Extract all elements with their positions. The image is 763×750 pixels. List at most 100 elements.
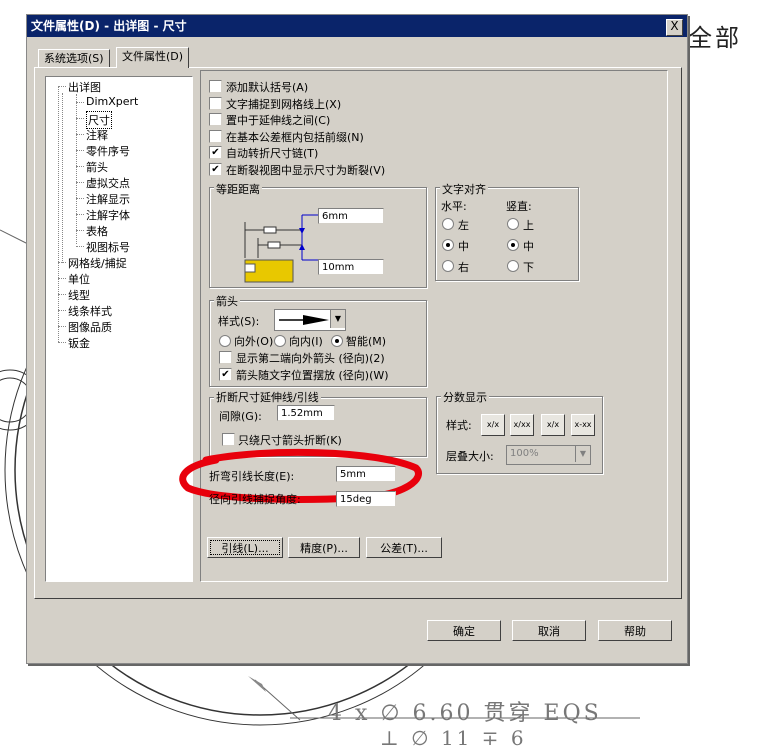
tree-item[interactable]: 网格线/捕捉	[68, 255, 127, 271]
arrow-style-dropdown[interactable]: ▼	[274, 309, 346, 331]
second-outward-arrow-label: 显示第二端向外箭头 (径向)(2)	[236, 352, 385, 365]
bg-hole-callout-2: ⊥ ∅ 11 ∓ 6	[380, 726, 527, 750]
text-align-horizontal-label: 右	[458, 261, 469, 274]
arrow-direction-radio[interactable]	[219, 335, 231, 347]
fraction-style-dash-button[interactable]: x-xx	[571, 414, 595, 436]
tree-item[interactable]: 钣金	[68, 335, 90, 351]
arrow-follow-text-checkbox[interactable]: ✔	[219, 368, 232, 381]
tree-item[interactable]: 表格	[86, 223, 108, 239]
tree-item[interactable]: 注解字体	[86, 207, 130, 223]
tree-connector	[58, 86, 66, 87]
tree-connector	[76, 198, 84, 199]
break-arrow-only-label: 只绕尺寸箭头折断(K)	[238, 434, 342, 447]
arrows-title: 箭头	[214, 293, 240, 309]
tree-connector	[76, 230, 84, 231]
tree-connector	[76, 94, 77, 244]
second-outward-arrow-checkbox[interactable]	[219, 351, 232, 364]
break-arrow-only-checkbox[interactable]	[222, 433, 235, 446]
fraction-style-diagonal-button[interactable]: x/x	[481, 414, 505, 436]
arrow-direction-radio[interactable]	[331, 335, 343, 347]
fraction-style-stacked-button[interactable]: x/xx	[510, 414, 534, 436]
stack-size-label: 层叠大小:	[446, 450, 494, 463]
horizontal-label: 水平:	[441, 200, 467, 213]
option-checkbox[interactable]	[209, 96, 222, 110]
option-checkbox[interactable]: ✔	[209, 146, 222, 159]
tree-item[interactable]: 视图标号	[86, 239, 130, 255]
text-align-horizontal-radio[interactable]	[442, 260, 454, 272]
option-checkbox-label: 在基本公差框内包括前缀(N)	[226, 130, 364, 144]
text-align-title: 文字对齐	[440, 181, 488, 197]
text-align-vertical-radio[interactable]	[507, 239, 519, 251]
option-checkbox-label: 添加默认括号(A)	[226, 81, 309, 94]
arrow-style-preview-icon	[279, 315, 329, 325]
offset-distance-title: 等距距离	[214, 181, 262, 197]
gap-label: 间隙(G):	[219, 410, 262, 423]
tree-item[interactable]: 箭头	[86, 159, 108, 175]
arrow-style-label: 样式(S):	[218, 315, 260, 328]
help-button[interactable]: 帮助	[598, 620, 672, 641]
option-checkbox-label: 自动转折尺寸链(T)	[226, 147, 319, 160]
offset-distance-2-input[interactable]: 10mm	[318, 259, 384, 275]
text-align-vertical-label: 下	[523, 261, 534, 274]
tab-system-options[interactable]: 系统选项(S)	[38, 49, 110, 68]
stack-size-value: 100%	[510, 448, 539, 459]
text-align-vertical-label: 上	[523, 219, 534, 232]
tree-item[interactable]: 线条样式	[68, 303, 112, 319]
dialog-title: 文件属性(D) - 出详图 - 尺寸	[27, 15, 687, 37]
break-lines-title: 折断尺寸延伸线/引线	[214, 389, 321, 405]
tree-item[interactable]: 图像品质	[68, 319, 112, 335]
radial-snap-angle-input[interactable]: 15deg	[336, 491, 396, 507]
tree-connector	[76, 150, 84, 151]
tree-item[interactable]: 注解显示	[86, 191, 130, 207]
option-checkbox[interactable]	[209, 80, 222, 93]
tree-item[interactable]: 线型	[68, 287, 90, 303]
tree-item[interactable]: 注释	[86, 127, 108, 143]
text-align-vertical-radio[interactable]	[507, 260, 519, 272]
option-checkbox[interactable]	[209, 113, 222, 126]
tab-document-properties[interactable]: 文件属性(D)	[116, 47, 190, 68]
tree-connector	[76, 102, 84, 103]
text-align-horizontal-radio[interactable]	[442, 218, 454, 230]
tree-connector	[76, 134, 84, 135]
leader-button[interactable]: 引线(L)...	[207, 537, 283, 558]
tree-connector	[58, 342, 66, 343]
fraction-style-slash-button[interactable]: x/x	[541, 414, 565, 436]
chevron-down-icon[interactable]: ▼	[330, 310, 345, 328]
tree-connector	[76, 214, 84, 215]
arrow-direction-label: 智能(M)	[346, 335, 387, 348]
cancel-button[interactable]: 取消	[512, 620, 586, 641]
option-checkbox[interactable]	[209, 129, 222, 143]
fraction-style-label: 样式:	[446, 419, 472, 432]
text-align-vertical-label: 中	[523, 240, 534, 253]
arrow-direction-radio[interactable]	[274, 335, 286, 347]
tree-connector	[76, 246, 84, 247]
ok-button[interactable]: 确定	[427, 620, 501, 641]
chevron-down-icon[interactable]: ▼	[575, 446, 590, 462]
tree-item[interactable]: 虚拟交点	[86, 175, 130, 191]
gap-input[interactable]: 1.52mm	[277, 405, 335, 421]
offset-distance-1-input[interactable]: 6mm	[318, 208, 384, 224]
tree-connector	[58, 294, 66, 295]
arrow-follow-text-label: 箭头随文字位置摆放 (径向)(W)	[236, 369, 389, 382]
option-checkbox-label: 文字捕捉到网格线上(X)	[226, 97, 342, 111]
tree-item[interactable]: 零件序号	[86, 143, 130, 159]
precision-button[interactable]: 精度(P)...	[288, 537, 360, 558]
bg-hole-callout: 4 x ∅ 6.60 贯穿 EQS	[328, 701, 602, 726]
text-align-horizontal-label: 左	[458, 219, 469, 232]
tree-connector	[58, 310, 66, 311]
tolerance-button[interactable]: 公差(T)...	[366, 537, 442, 558]
tree-item[interactable]: DimXpert	[86, 95, 138, 108]
bg-corner-text: 全部	[688, 24, 742, 52]
fraction-display-title: 分数显示	[441, 389, 489, 405]
tree-connector	[76, 182, 84, 183]
tree-connector	[58, 326, 66, 327]
tree-item[interactable]: 出详图	[68, 79, 101, 95]
option-checkbox[interactable]: ✔	[209, 162, 222, 176]
arrow-direction-label: 向内(I)	[289, 335, 323, 348]
text-align-horizontal-label: 中	[458, 240, 469, 253]
stack-size-dropdown[interactable]: 100% ▼	[506, 445, 591, 465]
text-align-vertical-radio[interactable]	[507, 218, 519, 230]
close-button[interactable]: X	[666, 19, 683, 36]
tree-item[interactable]: 单位	[68, 271, 90, 287]
text-align-horizontal-radio[interactable]	[442, 239, 454, 251]
